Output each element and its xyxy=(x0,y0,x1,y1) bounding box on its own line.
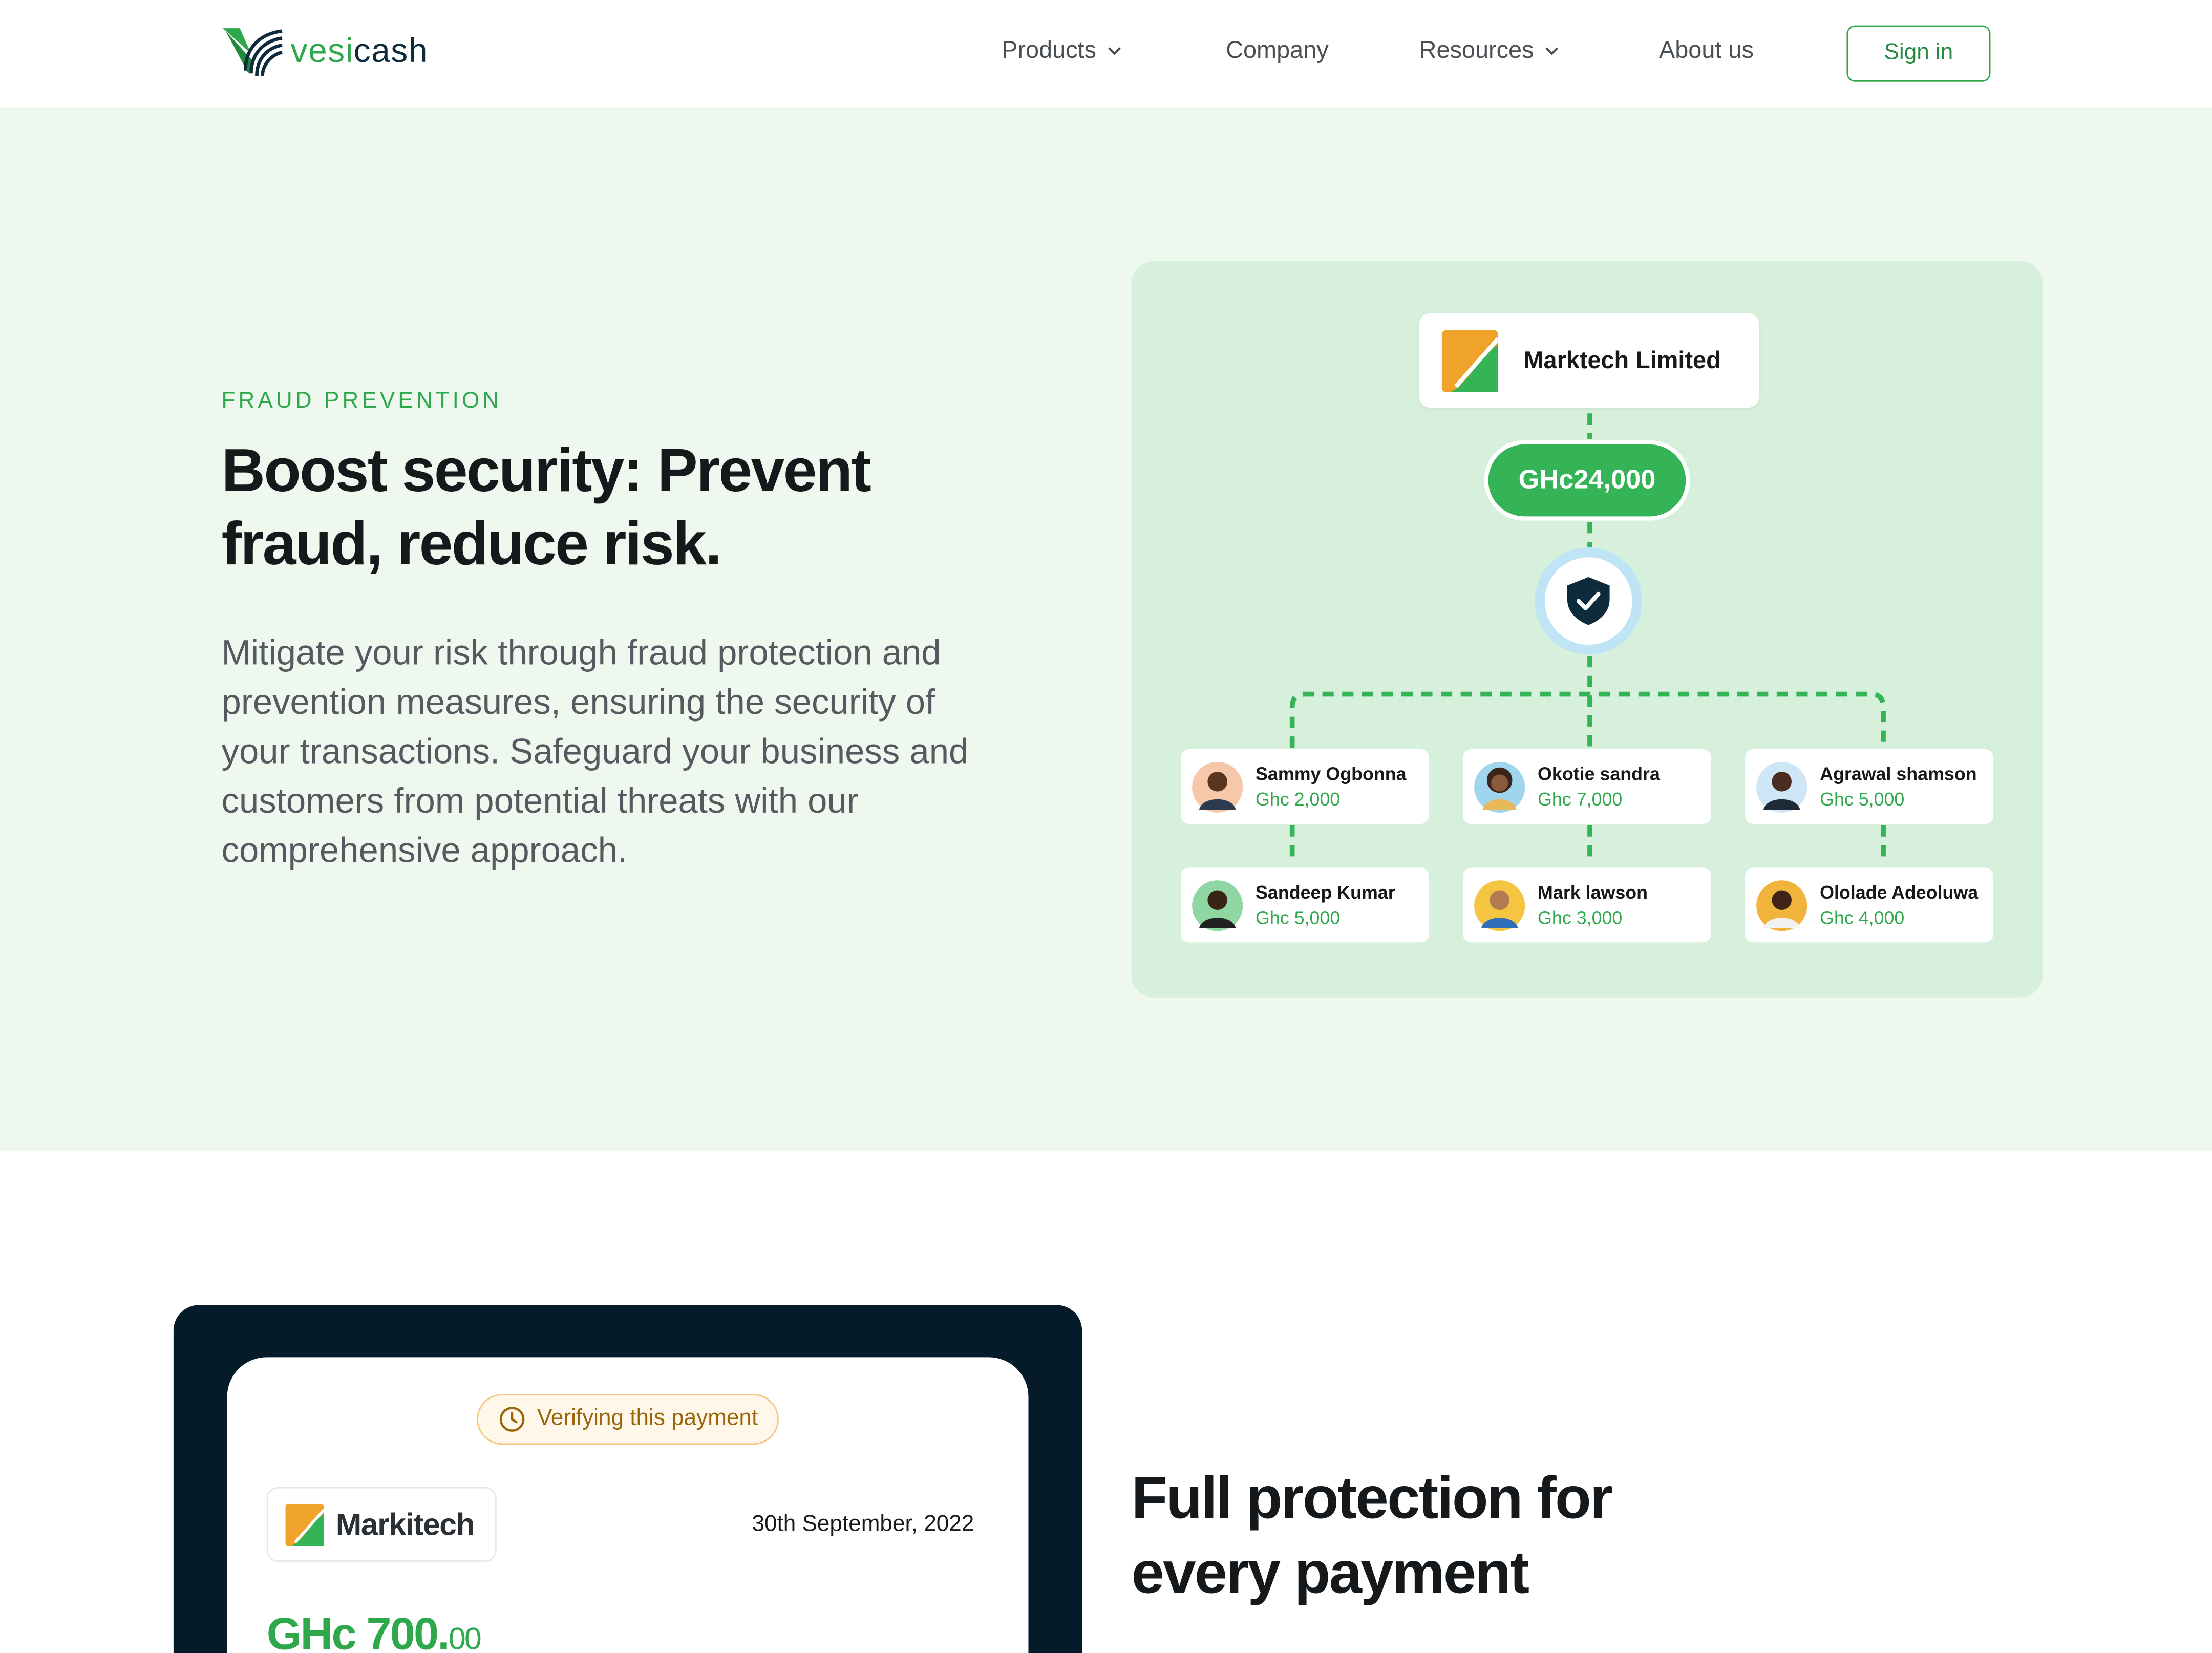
avatar xyxy=(1474,879,1525,930)
nav-resources[interactable]: Resources xyxy=(1419,37,1562,65)
page: vesicash Products Company Resources Abou… xyxy=(0,0,2212,1653)
verifying-status-badge: Verifying this payment xyxy=(477,1394,779,1445)
nav-products-label: Products xyxy=(1002,36,1096,63)
nav-resources-label: Resources xyxy=(1419,36,1534,63)
avatar xyxy=(1474,761,1525,812)
clock-icon xyxy=(499,1407,524,1432)
payment-amount: GHc 700.00 xyxy=(266,1608,482,1653)
recipient-amount: Ghc 3,000 xyxy=(1538,906,1623,928)
nav-products[interactable]: Products xyxy=(1002,37,1124,65)
avatar xyxy=(1192,761,1243,812)
payment-amount-main: GHc 700. xyxy=(266,1608,450,1653)
recipient-card: Okotie sandra Ghc 7,000 xyxy=(1463,749,1711,824)
logo-wordmark: vesicash xyxy=(290,32,428,71)
chevron-down-icon xyxy=(1108,47,1121,55)
nav-company[interactable]: Company xyxy=(1226,37,1328,65)
avatar xyxy=(1756,761,1807,812)
hero-eyebrow: FRAUD PREVENTION xyxy=(221,389,502,414)
nav-company-label: Company xyxy=(1226,36,1329,63)
fraud-diagram: Marktech Limited GHc24,000 Sammy Ogbonna… xyxy=(1131,261,2043,998)
company-name: Marktech Limited xyxy=(1523,346,1721,373)
recipient-name: Mark lawson xyxy=(1538,881,1648,902)
avatar xyxy=(1756,879,1807,930)
recipient-card: Sandeep Kumar Ghc 5,000 xyxy=(1181,867,1429,943)
payment-date: 30th September, 2022 xyxy=(752,1512,974,1537)
recipient-name: Okotie sandra xyxy=(1538,762,1660,784)
nav-about-us[interactable]: About us xyxy=(1659,37,1754,65)
hero-title: Boost security: Prevent fraud, reduce ri… xyxy=(221,437,871,579)
site-header: vesicash Products Company Resources Abou… xyxy=(0,0,2212,108)
recipient-name: Ololade Adeoluwa xyxy=(1820,881,1979,902)
recipient-card: Agrawal shamson Ghc 5,000 xyxy=(1745,749,1993,824)
recipient-card: Mark lawson Ghc 3,000 xyxy=(1463,867,1711,943)
shield-check-icon xyxy=(1567,577,1610,625)
section-title: Full protection for every payment xyxy=(1131,1464,1613,1606)
recipient-amount: Ghc 7,000 xyxy=(1538,788,1623,810)
recipient-name: Sandeep Kumar xyxy=(1256,881,1395,902)
recipient-card: Ololade Adeoluwa Ghc 4,000 xyxy=(1745,867,1993,943)
shield-badge xyxy=(1535,547,1642,655)
marktech-logo xyxy=(285,1503,325,1546)
nav-about-us-label: About us xyxy=(1658,36,1754,63)
recipient-amount: Ghc 5,000 xyxy=(1256,906,1341,928)
chevron-down-icon xyxy=(1545,47,1559,55)
avatar xyxy=(1192,879,1243,930)
hero-section: FRAUD PREVENTION Boost security: Prevent… xyxy=(0,107,2212,1152)
marktech-logo xyxy=(1441,329,1498,392)
hero-body: Mitigate your risk through fraud protect… xyxy=(221,633,969,871)
recipient-card: Sammy Ogbonna Ghc 2,000 xyxy=(1181,749,1429,824)
recipient-name: Sammy Ogbonna xyxy=(1256,762,1407,784)
merchant-card: Markitech xyxy=(266,1487,497,1562)
recipient-amount: Ghc 5,000 xyxy=(1820,788,1905,810)
total-amount-pill: GHc24,000 xyxy=(1484,440,1690,521)
recipient-amount: Ghc 4,000 xyxy=(1820,906,1905,928)
recipient-amount: Ghc 2,000 xyxy=(1256,788,1341,810)
merchant-name: Markitech xyxy=(335,1506,475,1541)
payment-card: Verifying this payment Markitech 30th Se… xyxy=(227,1357,1029,1653)
vesicash-logo[interactable]: vesicash xyxy=(220,26,428,79)
company-card: Marktech Limited xyxy=(1419,313,1759,408)
payment-amount-cents: 00 xyxy=(449,1621,482,1653)
verifying-status-label: Verifying this payment xyxy=(537,1406,758,1431)
vesicash-logo-icon xyxy=(223,28,283,76)
sign-in-button[interactable]: Sign in xyxy=(1846,25,1991,82)
recipient-name: Agrawal shamson xyxy=(1820,762,1977,784)
